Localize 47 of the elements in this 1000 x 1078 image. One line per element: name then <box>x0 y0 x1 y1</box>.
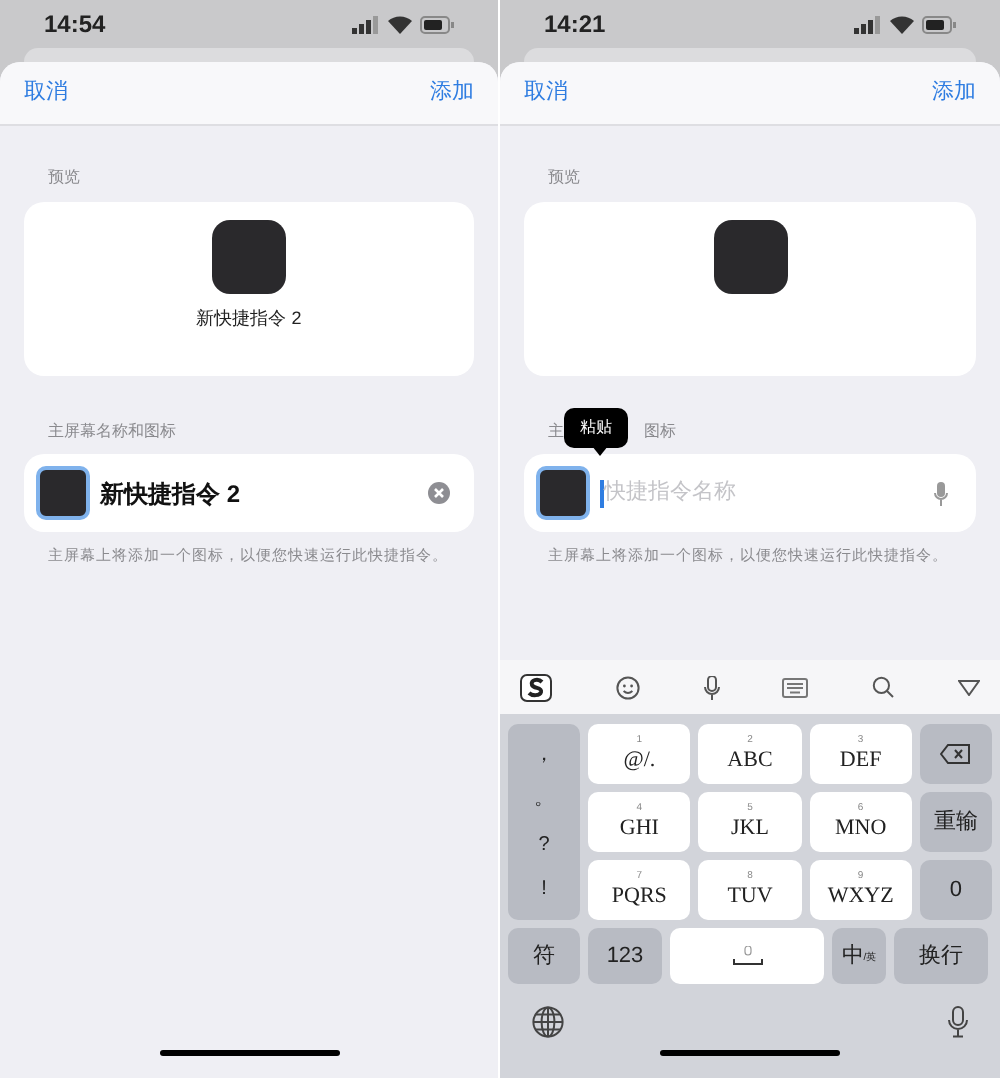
microphone-icon <box>703 675 720 699</box>
search-icon <box>872 676 895 698</box>
icon-picker[interactable] <box>36 466 90 520</box>
status-time: 14:21 <box>544 8 606 42</box>
status-time: 14:54 <box>44 8 106 42</box>
shortcut-icon <box>713 220 787 294</box>
punctuation-mark[interactable]: 。 <box>534 784 554 815</box>
microphone-icon <box>948 1006 968 1038</box>
backspace-icon <box>940 744 971 764</box>
key[interactable]: 重输 <box>919 792 992 852</box>
cancel-button[interactable]: 取消 <box>524 76 568 110</box>
key[interactable]: 0 <box>919 860 992 920</box>
keyboard-icon <box>782 677 809 697</box>
punctuation-mark[interactable]: ， <box>534 739 554 770</box>
section-label: 预览 <box>46 166 82 190</box>
wifi-icon <box>388 15 412 33</box>
shortcut-name: 新快捷指令 2 <box>196 306 302 332</box>
punctuation-mark[interactable]: ! <box>541 874 547 905</box>
section-label: 预览 <box>546 166 582 190</box>
cancel-button[interactable]: 取消 <box>24 76 68 110</box>
signal-icon <box>352 15 380 33</box>
battery-icon <box>922 15 956 33</box>
punctuation-key[interactable]: ， 。 ? ! <box>508 724 580 920</box>
keyboard-logo-icon <box>520 673 552 701</box>
wifi-icon <box>890 15 914 33</box>
emoji-icon <box>615 675 640 699</box>
add-button[interactable]: 添加 <box>430 76 474 110</box>
shortcut-icon <box>212 220 286 294</box>
icon-picker[interactable] <box>536 466 590 520</box>
microphone-icon[interactable] <box>934 481 948 505</box>
paste-tooltip[interactable]: 粘贴 <box>564 408 628 448</box>
section-label: 图标 <box>644 420 676 444</box>
space-icon <box>731 946 763 966</box>
add-button[interactable]: 添加 <box>932 76 976 110</box>
name-field[interactable]: 新快捷指令 2 <box>100 469 418 517</box>
signal-icon <box>854 15 882 33</box>
key[interactable]: 换行 <box>894 928 988 984</box>
clear-icon[interactable] <box>428 482 450 504</box>
section-label: 主屏幕名称和图标 <box>48 420 176 444</box>
globe-icon <box>532 1006 564 1038</box>
battery-icon <box>420 15 454 33</box>
key[interactable]: 符 <box>508 928 580 984</box>
section-label: 主 <box>548 420 564 444</box>
delete-key[interactable] <box>919 724 992 784</box>
key[interactable]: 123 <box>588 928 662 984</box>
punctuation-mark[interactable]: ? <box>538 829 550 860</box>
dismiss-triangle-icon <box>957 679 980 695</box>
